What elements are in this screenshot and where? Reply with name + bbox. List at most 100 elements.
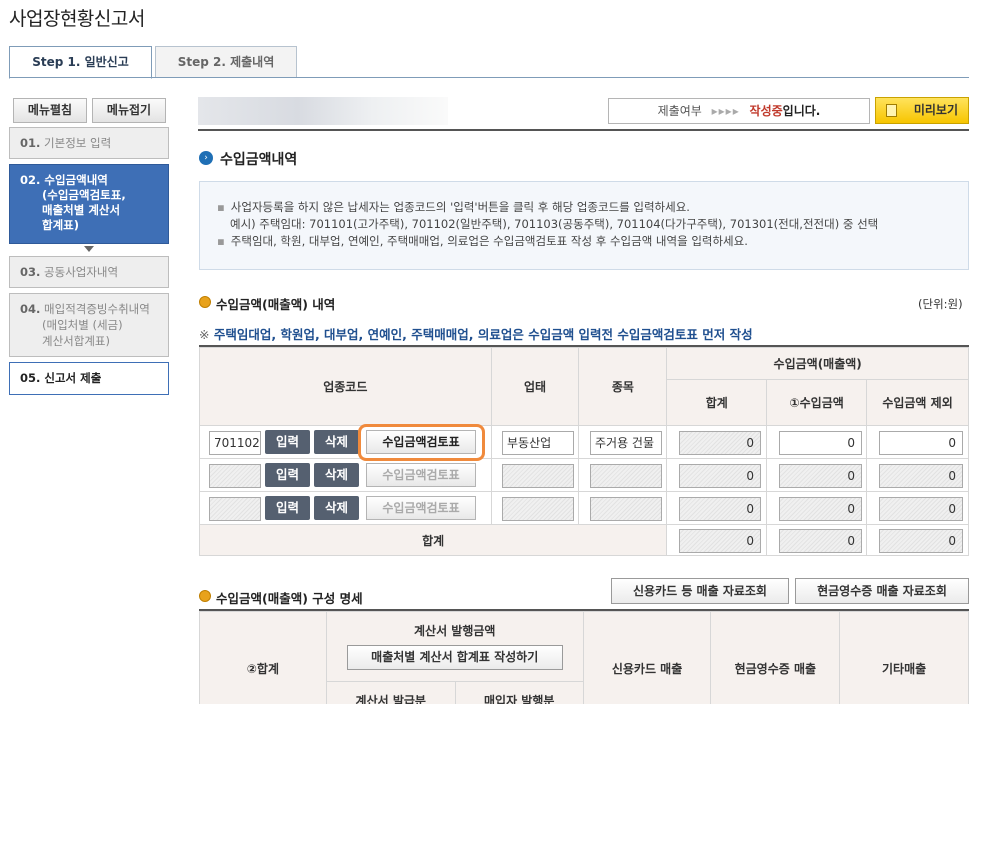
step-sub-3: 합계표) bbox=[42, 218, 79, 232]
biz-type-input[interactable] bbox=[502, 464, 574, 488]
step-arrow-icon bbox=[84, 246, 94, 252]
step-sub-2: 계산서합계표) bbox=[42, 334, 110, 348]
info-box: ▪ 사업자등록을 하지 않은 납세자는 업종코드의 '입력'버튼을 클릭 후 해당… bbox=[199, 181, 969, 270]
excluded-input[interactable]: 0 bbox=[879, 464, 963, 488]
sidebar-step-02[interactable]: 02. 수입금액내역 (수입금액검토표, 매출처별 계산서 합계표) bbox=[9, 164, 169, 244]
sidebar-step-01[interactable]: 01. 기본정보 입력 bbox=[9, 127, 169, 159]
col-revenue-group: 수입금액(매출액) bbox=[666, 347, 969, 380]
step-sub-2: 매출처별 계산서 bbox=[42, 203, 121, 217]
tab-step1[interactable]: Step 1. 일반신고 bbox=[9, 46, 152, 79]
code-delete-button[interactable]: 삭제 bbox=[314, 430, 359, 454]
code-input[interactable] bbox=[209, 464, 261, 488]
item-input[interactable] bbox=[590, 497, 662, 521]
total-sum-field: 0 bbox=[679, 529, 761, 553]
col-item: 종목 bbox=[578, 347, 668, 426]
sidebar-step-03[interactable]: 03. 공동사업자내역 bbox=[9, 256, 169, 288]
revenue-review-button[interactable]: 수입금액검토표 bbox=[366, 496, 476, 520]
status-arrows-icon: ▸▸▸▸ bbox=[711, 104, 740, 118]
composition-table-viewport: ②합계 계산서 발행금액 매출처별 계산서 합계표 작성하기 신용카드 매출 현… bbox=[199, 611, 969, 704]
step-sub-1: (수입금액검토표, bbox=[42, 188, 126, 202]
excluded-input[interactable]: 0 bbox=[879, 497, 963, 521]
code-input-button[interactable]: 입력 bbox=[265, 496, 310, 520]
cash-receipt-lookup-button[interactable]: 현금영수증 매출 자료조회 bbox=[795, 578, 969, 604]
status-state: 작성중 bbox=[749, 104, 783, 118]
col-card: 신용카드 매출 bbox=[582, 611, 712, 704]
page-title: 사업장현황신고서 bbox=[9, 8, 145, 30]
col-invoice-group: 계산서 발행금액 매출처별 계산서 합계표 작성하기 bbox=[325, 611, 584, 682]
col-sum: 합계 bbox=[666, 379, 768, 426]
code-input-button[interactable]: 입력 bbox=[265, 463, 310, 487]
invoice-summary-button[interactable]: 매출처별 계산서 합계표 작성하기 bbox=[346, 645, 563, 670]
col-amount: ①수입금액 bbox=[766, 379, 868, 426]
sum-field: 0 bbox=[679, 464, 761, 488]
step-label: 매입적격증빙수취내역 bbox=[44, 302, 150, 316]
col-invoice-issued: 계산서 발급분 bbox=[325, 681, 456, 704]
code-input-button[interactable]: 입력 bbox=[265, 430, 310, 454]
menu-expand-button[interactable]: 메뉴펼침 bbox=[13, 98, 87, 123]
step-label: 기본정보 입력 bbox=[44, 136, 112, 150]
revenue-notice: ※ 주택임대업, 학원업, 대부업, 연예인, 주택매매업, 의료업은 수입금액… bbox=[199, 327, 753, 342]
unit-label: (단위:원) bbox=[918, 297, 963, 311]
col-other: 기타매출 bbox=[839, 611, 969, 704]
revenue-review-button[interactable]: 수입금액검토표 bbox=[366, 463, 476, 487]
step-label: 수입금액내역 bbox=[44, 173, 108, 187]
amount-input[interactable]: 0 bbox=[779, 464, 862, 488]
total-label: 합계 bbox=[198, 524, 668, 556]
preview-button[interactable]: 미리보기 bbox=[875, 97, 969, 124]
tab-step2[interactable]: Step 2. 제출내역 bbox=[155, 46, 297, 78]
step-label: 공동사업자내역 bbox=[44, 265, 119, 279]
status-suffix: 입니다. bbox=[782, 104, 821, 118]
status-label: 제출여부 bbox=[657, 104, 702, 118]
amount-input[interactable]: 0 bbox=[779, 497, 862, 521]
biz-type-input[interactable]: 부동산업 bbox=[502, 431, 574, 455]
info-line-1: ▪ 사업자등록을 하지 않은 납세자는 업종코드의 '입력'버튼을 클릭 후 해당… bbox=[217, 200, 690, 214]
sum-field: 0 bbox=[679, 431, 761, 455]
code-input[interactable] bbox=[209, 497, 261, 521]
code-input[interactable]: 701102 bbox=[209, 431, 261, 455]
invoice-group-label: 계산서 발행금액 bbox=[413, 624, 496, 638]
step-sub-1: (매입처별 (세금) bbox=[42, 318, 123, 332]
step-number: 05. bbox=[20, 371, 41, 385]
biz-type-input[interactable] bbox=[502, 497, 574, 521]
bullet-icon bbox=[199, 590, 211, 602]
col-excluded: 수입금액 제외 bbox=[866, 379, 969, 426]
card-sales-lookup-button[interactable]: 신용카드 등 매출 자료조회 bbox=[611, 578, 789, 604]
bullet-icon bbox=[199, 296, 211, 308]
submission-status: 제출여부 ▸▸▸▸ 작성중입니다. bbox=[608, 98, 870, 124]
col-total: ②합계 bbox=[199, 611, 327, 704]
item-input[interactable] bbox=[590, 464, 662, 488]
col-cash: 현금영수증 매출 bbox=[710, 611, 841, 704]
header-divider bbox=[198, 129, 969, 131]
step-number: 01. bbox=[20, 136, 41, 150]
code-delete-button[interactable]: 삭제 bbox=[314, 496, 359, 520]
preview-label: 미리보기 bbox=[913, 103, 958, 117]
code-delete-button[interactable]: 삭제 bbox=[314, 463, 359, 487]
sidebar-step-04[interactable]: 04. 매입적격증빙수취내역 (매입처별 (세금) 계산서합계표) bbox=[9, 293, 169, 357]
menu-collapse-button[interactable]: 메뉴접기 bbox=[92, 98, 166, 123]
composition-table: ②합계 계산서 발행금액 매출처별 계산서 합계표 작성하기 신용카드 매출 현… bbox=[199, 611, 969, 704]
tabs-divider bbox=[9, 77, 969, 78]
revenue-title: 수입금액(매출액) 내역 bbox=[216, 297, 336, 312]
step-number: 03. bbox=[20, 265, 41, 279]
item-input[interactable]: 주거용 건물 bbox=[590, 431, 662, 455]
sum-field: 0 bbox=[679, 497, 761, 521]
total-amount-field: 0 bbox=[779, 529, 862, 553]
composition-title: 수입금액(매출액) 구성 명세 bbox=[216, 591, 363, 606]
document-icon bbox=[886, 104, 897, 117]
taxpayer-info-blurred bbox=[198, 97, 448, 125]
highlight-outline bbox=[358, 424, 485, 461]
excluded-input[interactable]: 0 bbox=[879, 431, 963, 455]
step-number: 02. bbox=[20, 173, 41, 187]
info-line-2: 예시) 주택임대: 701101(고가주택), 701102(일반주택), 70… bbox=[230, 217, 879, 231]
step-number: 04. bbox=[20, 302, 41, 316]
col-buyer-issued: 매입자 발행분 bbox=[454, 681, 584, 704]
sidebar-step-05[interactable]: 05. 신고서 제출 bbox=[9, 362, 169, 395]
col-biz-type: 업태 bbox=[490, 347, 580, 426]
col-code: 업종코드 bbox=[199, 347, 492, 426]
info-line-3: ▪ 주택임대, 학원, 대부업, 연예인, 주택매매업, 의료업은 수입금액검토표… bbox=[217, 234, 748, 248]
step-label: 신고서 제출 bbox=[44, 371, 102, 385]
section-title: 수입금액내역 bbox=[220, 152, 298, 168]
amount-input[interactable]: 0 bbox=[779, 431, 862, 455]
arrow-right-circle-icon: › bbox=[199, 151, 213, 165]
total-excluded-field: 0 bbox=[879, 529, 963, 553]
